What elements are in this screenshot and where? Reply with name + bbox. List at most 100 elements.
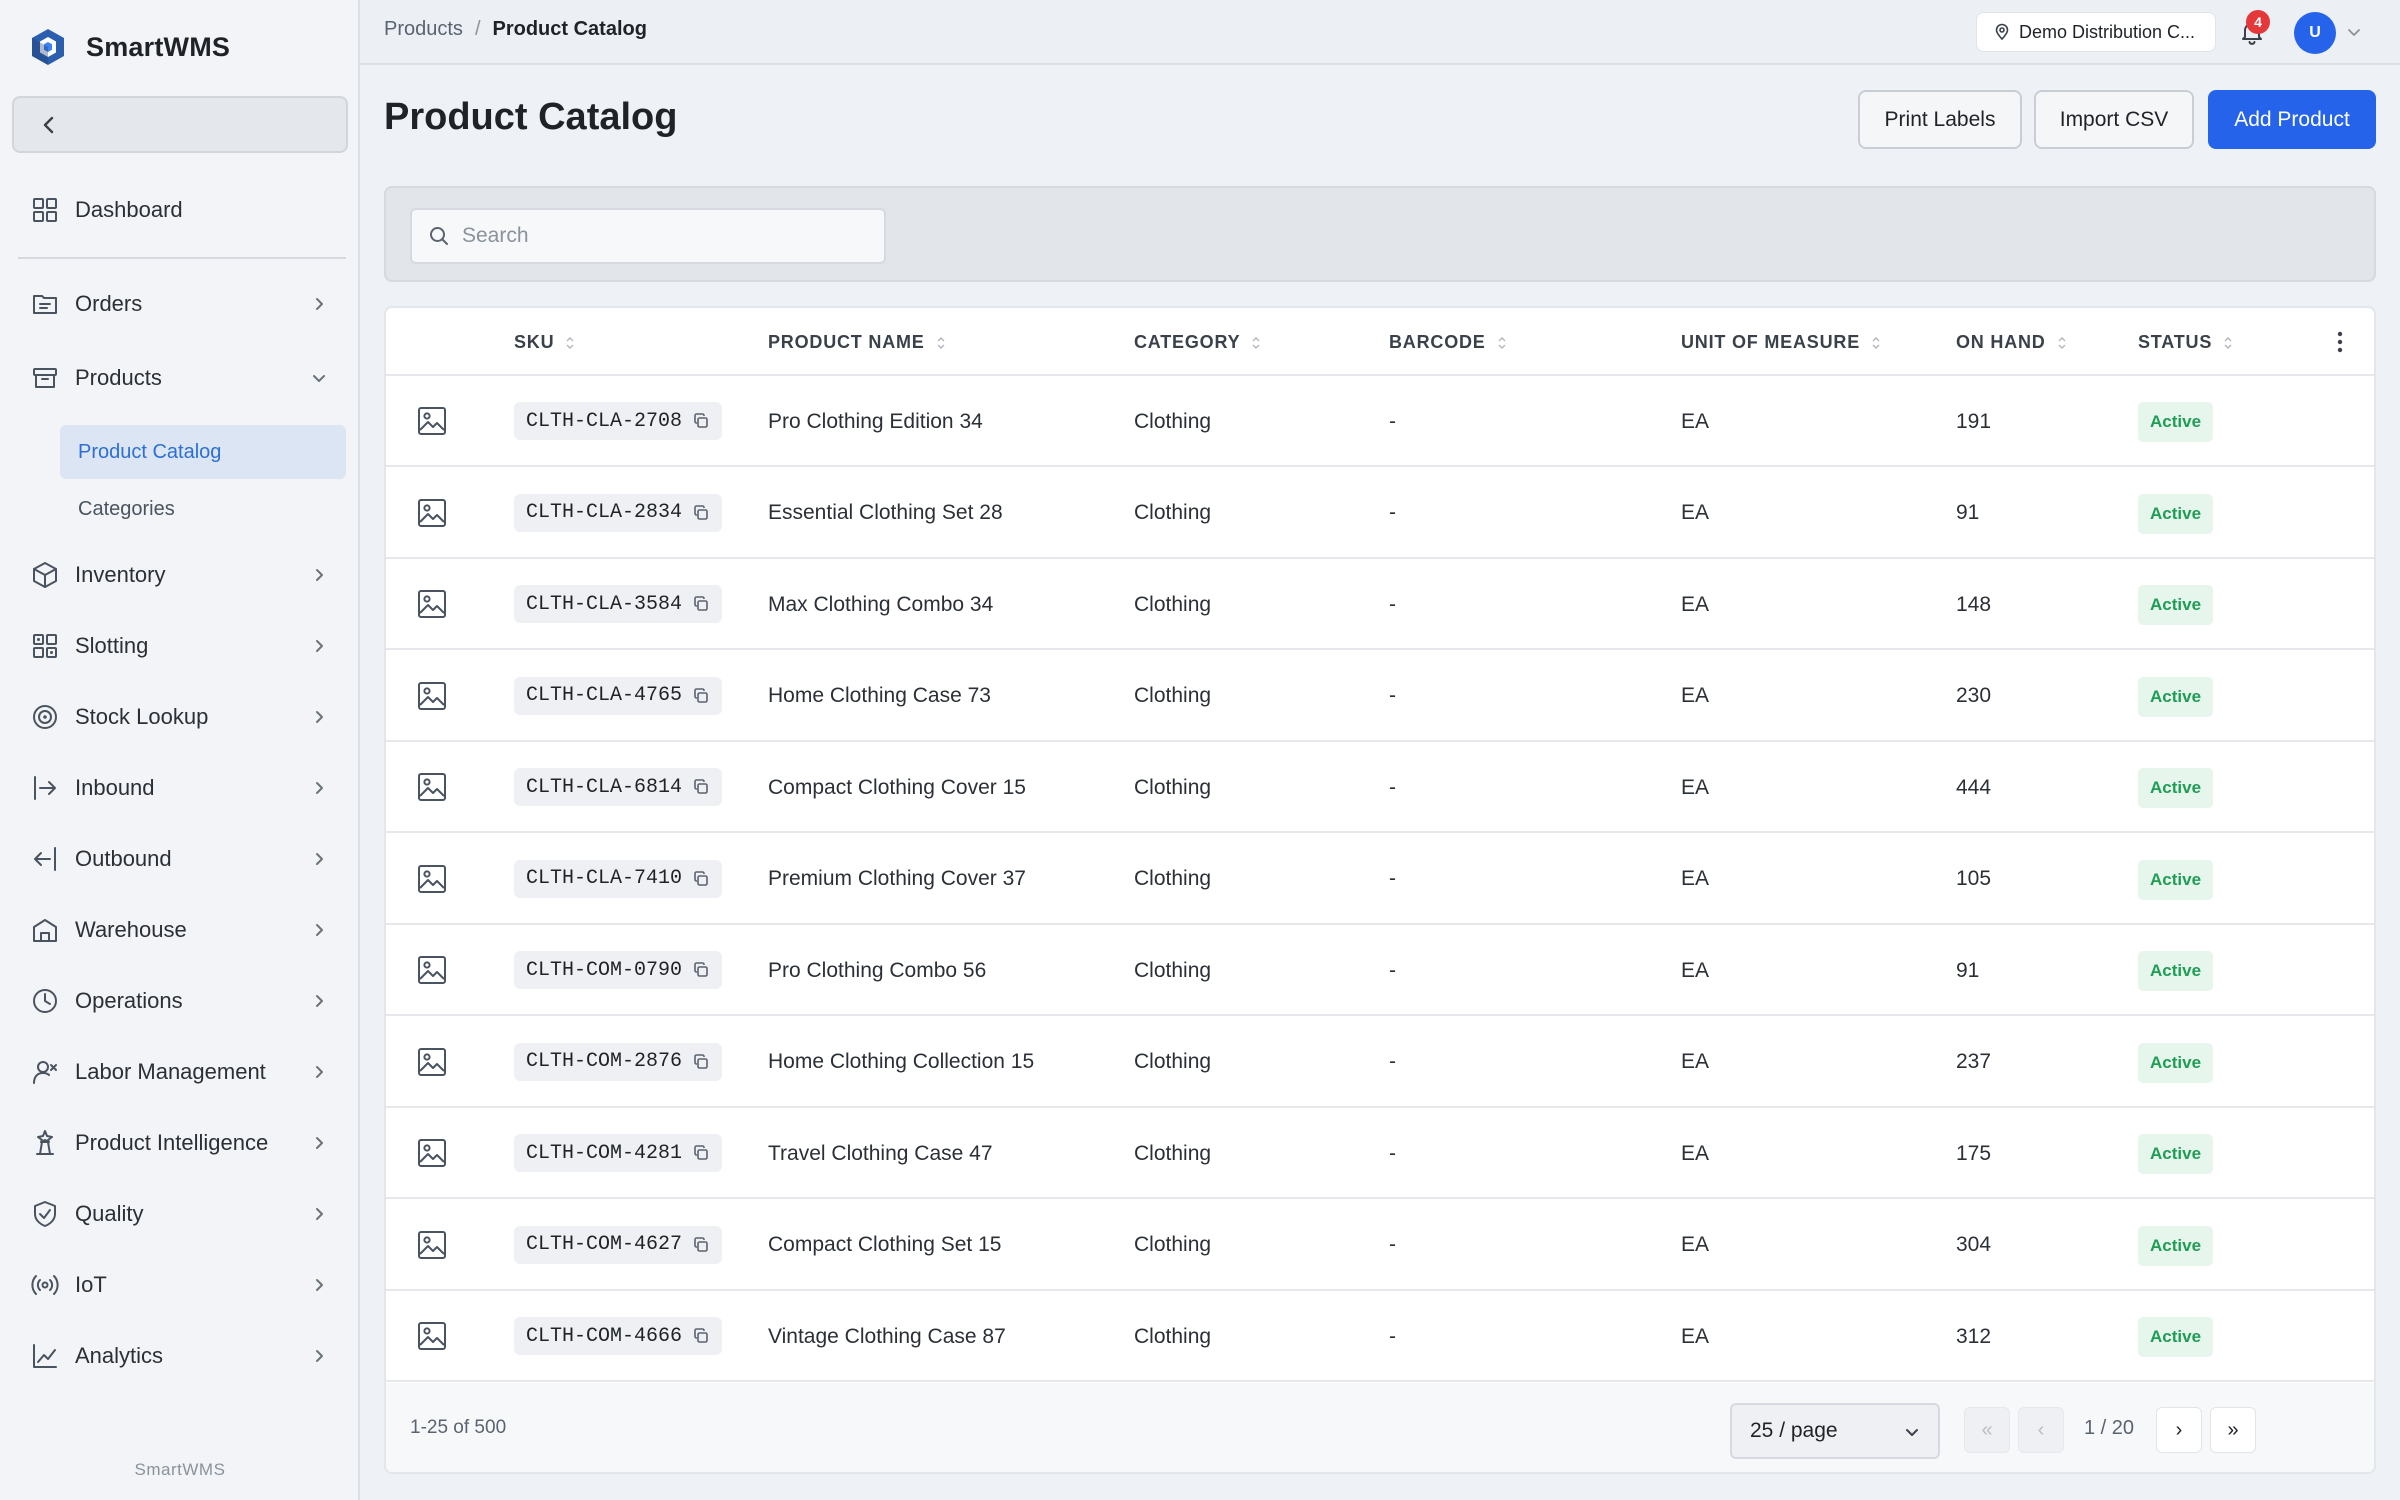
sidebar-item-inventory[interactable]: Inventory	[12, 547, 348, 603]
chevron-right-icon	[308, 848, 330, 870]
radio-signal-icon	[30, 1270, 60, 1300]
sku-chip: CLTH-COM-4281	[514, 1134, 723, 1172]
chevron-right-icon	[308, 293, 330, 315]
table-row[interactable]: CLTH-CLA-6814 Compact Clothing Cover 15 C…	[386, 742, 2374, 833]
on-hand-cell: 230	[1956, 684, 1992, 707]
copy-icon[interactable]	[692, 778, 710, 796]
chevron-down-icon[interactable]	[2344, 22, 2364, 42]
add-product-button[interactable]: Add Product	[2208, 90, 2376, 149]
previous-page-button[interactable]: ‹	[2018, 1407, 2064, 1453]
sidebar-item-stock-lookup[interactable]: Stock Lookup	[12, 689, 348, 745]
image-placeholder-icon	[418, 590, 446, 618]
sidebar-item-orders[interactable]: Orders	[12, 276, 348, 332]
breadcrumb-separator: /	[474, 18, 481, 40]
sidebar-item-inbound[interactable]: Inbound	[12, 760, 348, 816]
barcode-cell: -	[1389, 1324, 1396, 1348]
category-cell: Clothing	[1134, 684, 1212, 707]
first-page-button[interactable]: «	[1964, 1407, 2010, 1453]
column-header-status[interactable]: STATUS	[2138, 332, 2232, 353]
chevron-right-icon	[308, 1345, 330, 1367]
column-options-kebab-icon[interactable]	[2328, 328, 2352, 356]
copy-icon[interactable]	[692, 412, 710, 430]
column-header-category[interactable]: CATEGORY	[1134, 332, 1260, 353]
sku-value: CLTH-CLA-6814	[526, 775, 683, 799]
page-size-value: 25 / page	[1750, 1419, 1838, 1442]
breadcrumb: Products / Product Catalog	[384, 18, 647, 41]
copy-icon[interactable]	[692, 504, 710, 522]
copy-icon[interactable]	[692, 1144, 710, 1162]
product-name-cell: Essential Clothing Set 28	[768, 501, 1003, 524]
image-placeholder-icon	[418, 1139, 446, 1167]
table-row[interactable]: CLTH-COM-2876 Home Clothing Collection 1…	[386, 1017, 2374, 1108]
location-selector[interactable]: Demo Distribution C...	[1976, 12, 2216, 52]
table-header: SKU PRODUCT NAME CATEGORY BARCODE UNIT O…	[386, 308, 2374, 376]
product-name-cell: Max Clothing Combo 34	[768, 592, 994, 616]
copy-icon[interactable]	[692, 1236, 710, 1254]
sidebar-item-dashboard[interactable]: Dashboard	[12, 182, 348, 238]
next-page-button[interactable]: ›	[2156, 1407, 2202, 1453]
copy-icon[interactable]	[692, 1053, 710, 1071]
shield-check-icon	[30, 1199, 60, 1229]
sidebar-item-products[interactable]: Products	[12, 350, 348, 406]
on-hand-cell: 91	[1956, 501, 1980, 524]
sidebar-item-slotting[interactable]: Slotting	[12, 618, 348, 674]
sidebar-item-warehouse[interactable]: Warehouse	[12, 902, 348, 958]
column-header-sku[interactable]: SKU	[514, 332, 574, 353]
column-header-on-hand[interactable]: ON HAND	[1956, 332, 2066, 353]
sidebar-item-label: Warehouse	[75, 917, 187, 942]
table-row[interactable]: CLTH-COM-4281 Travel Clothing Case 47 Clo…	[386, 1108, 2374, 1199]
import-csv-button[interactable]: Import CSV	[2034, 90, 2194, 149]
stock-lookup-target-icon	[30, 702, 60, 732]
product-name-cell: Home Clothing Collection 15	[768, 1050, 1035, 1073]
table-row[interactable]: CLTH-CLA-2834 Essential Clothing Set 28 C…	[386, 468, 2374, 559]
sidebar-collapse-button[interactable]	[12, 96, 348, 153]
column-header-product-name[interactable]: PRODUCT NAME	[768, 332, 945, 353]
outbound-arrow-icon	[30, 844, 60, 874]
copy-icon[interactable]	[692, 687, 710, 705]
search-box[interactable]	[410, 208, 886, 264]
copy-icon[interactable]	[692, 961, 710, 979]
breadcrumb-products[interactable]: Products	[384, 18, 463, 41]
column-label: SKU	[514, 332, 555, 352]
table-row[interactable]: CLTH-CLA-7410 Premium Clothing Cover 37 C…	[386, 834, 2374, 925]
search-input[interactable]	[462, 224, 862, 248]
sidebar-item-labor-management[interactable]: Labor Management	[12, 1044, 348, 1100]
page-size-select[interactable]: 25 / page	[1730, 1403, 1940, 1459]
sidebar-item-label: Inventory	[75, 562, 166, 587]
sidebar-item-quality[interactable]: Quality	[12, 1186, 348, 1242]
inbound-arrow-icon	[30, 773, 60, 803]
copy-icon[interactable]	[692, 595, 710, 613]
user-avatar[interactable]: U	[2294, 12, 2336, 54]
sidebar-subitem-product-catalog[interactable]: Product Catalog	[60, 425, 346, 479]
column-label: BARCODE	[1389, 332, 1486, 352]
status-badge: Active	[2138, 1225, 2214, 1266]
column-header-unit-of-measure[interactable]: UNIT OF MEASURE	[1681, 332, 1880, 353]
image-placeholder-icon	[418, 864, 446, 893]
table-row[interactable]: CLTH-CLA-4765 Home Clothing Case 73 Cloth…	[386, 651, 2374, 742]
unit-of-measure-cell: EA	[1681, 684, 1710, 707]
sidebar-item-outbound[interactable]: Outbound	[12, 831, 348, 887]
table-row[interactable]: CLTH-CLA-3584 Max Clothing Combo 34 Cloth…	[386, 559, 2374, 650]
unit-of-measure-cell: EA	[1681, 1141, 1710, 1165]
sidebar-item-product-intelligence[interactable]: Product Intelligence	[12, 1115, 348, 1171]
print-labels-button[interactable]: Print Labels	[1858, 90, 2022, 149]
brand[interactable]: SmartWMS	[30, 26, 230, 68]
copy-icon[interactable]	[692, 1327, 710, 1345]
sidebar-subitem-categories[interactable]: Categories	[60, 482, 346, 536]
sidebar-item-operations[interactable]: Operations	[12, 973, 348, 1029]
sidebar-item-analytics[interactable]: Analytics	[12, 1328, 348, 1384]
column-header-barcode[interactable]: BARCODE	[1389, 332, 1506, 353]
table-row[interactable]: CLTH-CLA-2708 Pro Clothing Edition 34 Clo…	[386, 376, 2374, 467]
copy-icon[interactable]	[692, 870, 710, 888]
sku-chip: CLTH-COM-2876	[514, 1042, 723, 1081]
table-row[interactable]: CLTH-COM-0790 Pro Clothing Combo 56 Cloth…	[386, 925, 2374, 1016]
products-box-icon	[30, 363, 60, 393]
table-row[interactable]: CLTH-COM-4666 Vintage Clothing Case 87 Cl…	[386, 1291, 2374, 1382]
status-badge: Active	[2138, 951, 2214, 991]
product-name-cell: Home Clothing Case 73	[768, 684, 991, 707]
last-page-button[interactable]: »	[2210, 1407, 2256, 1453]
sidebar-item-iot[interactable]: IoT	[12, 1257, 348, 1313]
sidebar-item-label: Quality	[75, 1201, 144, 1226]
table-row[interactable]: CLTH-COM-4627 Compact Clothing Set 15 Clo…	[386, 1200, 2374, 1291]
sku-chip: CLTH-CLA-4765	[514, 676, 723, 715]
